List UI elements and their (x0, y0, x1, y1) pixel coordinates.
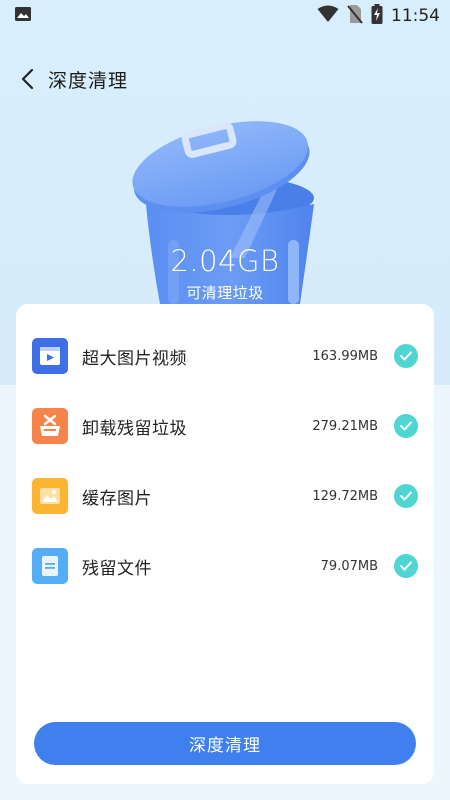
deep-clean-button[interactable]: 深度清理 (34, 722, 416, 765)
wifi-icon (317, 5, 339, 27)
junk-size-label: 可清理垃圾 (186, 284, 264, 302)
list-item-uninstall-residue[interactable]: 卸载残留垃圾 279.21MB (32, 406, 418, 446)
checkbox-checked[interactable] (394, 344, 418, 368)
back-button[interactable] (16, 64, 38, 94)
status-bar: 11:54 (0, 0, 450, 32)
item-size: 163.99MB (312, 348, 378, 364)
status-time: 11:54 (391, 6, 440, 26)
video-icon (32, 338, 68, 374)
check-icon (400, 421, 412, 431)
item-size: 129.72MB (312, 488, 378, 504)
junk-list-card: 超大图片视频 163.99MB 卸载残留垃圾 279.21MB 缓存图片 129… (16, 304, 434, 784)
checkbox-checked[interactable] (394, 414, 418, 438)
gallery-notification-icon (14, 6, 32, 26)
trash-bin-illustration (120, 108, 330, 308)
item-size: 79.07MB (320, 558, 378, 574)
list-item-residual-files[interactable]: 残留文件 79.07MB (32, 546, 418, 586)
item-label: 缓存图片 (82, 488, 152, 509)
header: 深度清理 (16, 62, 128, 96)
uninstall-residue-icon (32, 408, 68, 444)
battery-charging-icon (371, 4, 383, 28)
item-label: 残留文件 (82, 558, 152, 579)
junk-size: 2.04GB (170, 244, 280, 278)
file-icon (32, 548, 68, 584)
list-item-video[interactable]: 超大图片视频 163.99MB (32, 336, 418, 376)
item-label: 卸载残留垃圾 (82, 418, 187, 439)
no-sim-icon (347, 4, 363, 28)
image-icon (32, 478, 68, 514)
chevron-left-icon (21, 68, 34, 90)
item-label: 超大图片视频 (82, 348, 187, 369)
item-size: 279.21MB (312, 418, 378, 434)
page-title: 深度清理 (48, 69, 129, 92)
list-item-cached-images[interactable]: 缓存图片 129.72MB (32, 476, 418, 516)
check-icon (400, 491, 412, 501)
checkbox-checked[interactable] (394, 554, 418, 578)
checkbox-checked[interactable] (394, 484, 418, 508)
check-icon (400, 561, 412, 571)
check-icon (400, 351, 412, 361)
